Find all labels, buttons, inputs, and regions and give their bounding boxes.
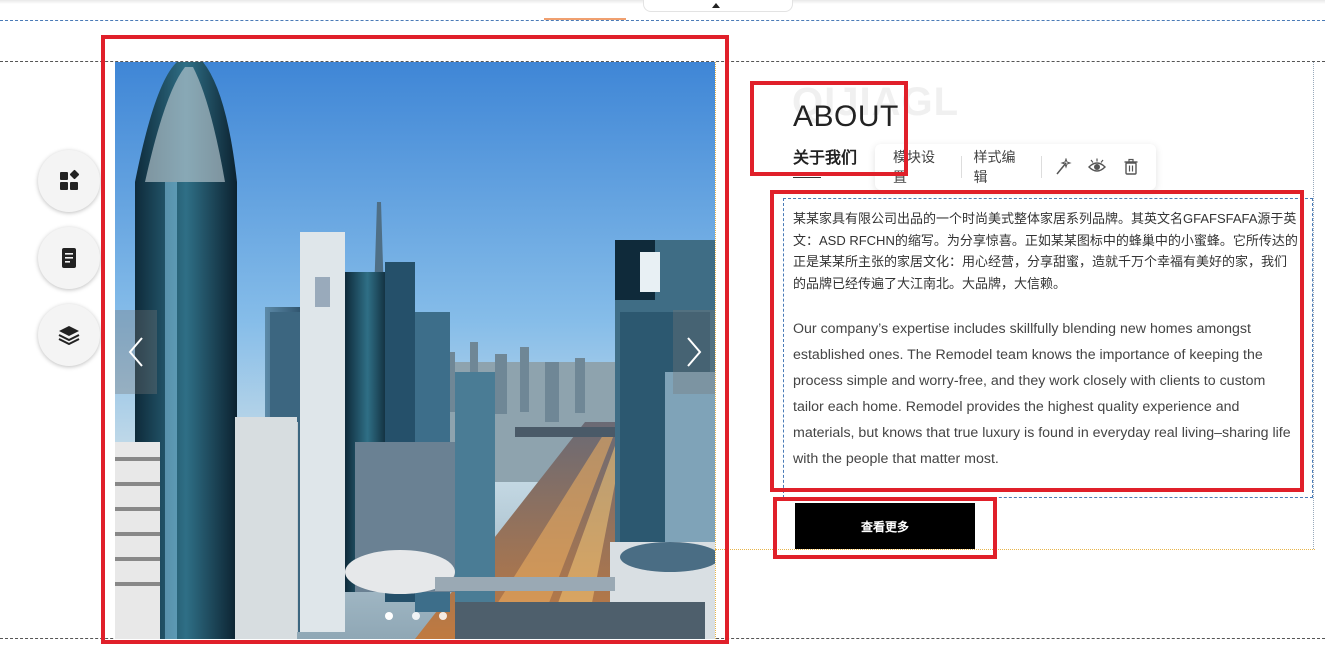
annotation-box-button <box>773 497 997 559</box>
annotation-box-text <box>770 190 1304 492</box>
preview-button[interactable] <box>1088 158 1106 176</box>
trash-icon <box>1124 158 1138 175</box>
toolbar-divider <box>1041 156 1042 178</box>
annotation-box-carousel <box>101 35 729 644</box>
editor-canvas: QIJIAGL ABOUT 关于我们 模块设置 样式编辑 某某家具有限公司出品的… <box>0 0 1325 656</box>
style-edit-button[interactable]: 样式编辑 <box>974 147 1042 187</box>
title-underline <box>793 177 821 178</box>
layers-icon <box>58 326 80 345</box>
eye-icon <box>1088 158 1106 172</box>
delete-button[interactable] <box>1122 158 1140 176</box>
layers-button[interactable] <box>38 304 100 366</box>
annotation-box-title <box>750 81 908 176</box>
toolbar-divider <box>960 156 962 178</box>
caret-up-icon[interactable] <box>712 3 720 8</box>
pages-button[interactable] <box>38 227 100 289</box>
widgets-button[interactable] <box>38 150 100 212</box>
magic-wand-button[interactable] <box>1054 158 1072 176</box>
section-guide-top <box>0 20 1325 21</box>
document-icon <box>62 248 76 268</box>
top-bar <box>0 0 1325 20</box>
widgets-icon <box>60 169 80 190</box>
column-guide-right <box>1313 62 1314 549</box>
magic-wand-icon <box>1056 158 1072 175</box>
module-toolbar: 模块设置 样式编辑 <box>875 144 1156 190</box>
